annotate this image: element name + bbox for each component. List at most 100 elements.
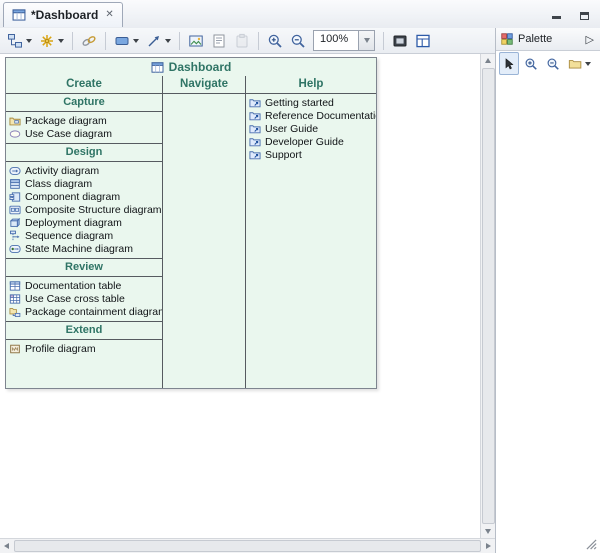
dashboard-item[interactable]: Reference Documentation (246, 109, 376, 122)
dashboard-section: ReviewDocumentation tableUse Case cross … (6, 258, 162, 321)
section-header: Capture (6, 94, 162, 112)
dashboard-item-label: User Guide (265, 123, 318, 135)
palette-note-tool[interactable] (565, 52, 594, 75)
tab-title: *Dashboard (31, 8, 98, 22)
scroll-down-button[interactable] (482, 525, 495, 538)
horizontal-scroll-thumb[interactable] (14, 540, 481, 552)
zoom-level-combo[interactable]: 100% (313, 30, 375, 51)
dashboard-item[interactable]: Documentation table (6, 279, 162, 292)
dashboard-item[interactable]: User Guide (246, 122, 376, 135)
editor-tab-bar: *Dashboard ✕ (0, 0, 600, 29)
dashboard-item[interactable]: Use Case diagram (6, 127, 162, 140)
section-items: Documentation tableUse Case cross tableP… (6, 277, 162, 321)
dashboard-item-label: Documentation table (25, 280, 121, 292)
dashboard-item[interactable]: Package diagram (6, 114, 162, 127)
package-diagram-icon (9, 115, 21, 127)
vertical-scroll-thumb[interactable] (482, 68, 495, 524)
dropdown-arrow-icon (133, 39, 139, 43)
dropdown-arrow-icon (165, 39, 171, 43)
scroll-up-icon (485, 58, 491, 63)
zoom-in-button[interactable] (264, 30, 286, 52)
add-note-button[interactable] (208, 30, 230, 52)
dashboard-item-label: Component diagram (25, 191, 120, 203)
note-icon (211, 33, 227, 49)
dashboard-item[interactable]: Composite Structure diagram (6, 203, 162, 216)
zoom-out-button[interactable] (287, 30, 309, 52)
dashboard-item[interactable]: Component diagram (6, 190, 162, 203)
tab-dashboard[interactable]: *Dashboard ✕ (3, 2, 123, 27)
palette-pointer-tool[interactable] (596, 52, 600, 75)
diagram-views-button[interactable] (412, 30, 434, 52)
paste-icon (234, 33, 250, 49)
tab-close-icon[interactable]: ✕ (105, 10, 113, 20)
horizontal-scrollbar[interactable] (0, 538, 495, 553)
dashboard-icon (151, 61, 164, 74)
dashboard-item[interactable]: Package containment diagram (6, 305, 162, 318)
display-mode-button[interactable] (389, 30, 411, 52)
shape-style-button[interactable] (111, 30, 142, 52)
maximize-button[interactable] (576, 6, 592, 22)
dashboard-item-label: Composite Structure diagram (25, 204, 162, 216)
chevron-down-icon (364, 38, 370, 43)
dashboard-item[interactable]: Activity diagram (6, 164, 162, 177)
vertical-scrollbar[interactable] (480, 54, 495, 538)
scroll-left-icon (4, 543, 9, 549)
dashboard-title-label: Dashboard (169, 60, 232, 74)
scroll-right-button[interactable] (482, 540, 495, 553)
palette-toolbar (496, 51, 600, 76)
component-diagram-icon (9, 191, 21, 203)
resize-grip-icon[interactable] (586, 539, 597, 550)
dashboard-item[interactable]: State Machine diagram (6, 242, 162, 255)
palette-select-tool[interactable] (499, 52, 519, 75)
dropdown-arrow-icon (26, 39, 32, 43)
dashboard-item[interactable]: Sequence diagram (6, 229, 162, 242)
palette-zoom-in-tool[interactable] (521, 52, 541, 75)
diagram-views-icon (415, 33, 431, 49)
profile-diagram-icon (9, 343, 21, 355)
dashboard-item[interactable]: Support (246, 148, 376, 161)
image-icon (188, 33, 204, 49)
minimize-button[interactable] (548, 6, 564, 22)
shape-style-icon (114, 33, 130, 49)
dashboard-column-help: HelpGetting startedReference Documentati… (246, 76, 376, 388)
dashboard-section: Extend Profile diagram (6, 321, 162, 358)
dashboard-item-label: Use Case cross table (25, 293, 125, 305)
dashboard-item[interactable]: Deployment diagram (6, 216, 162, 229)
help-folder-icon (249, 97, 261, 109)
dashboard-item-label: Package containment diagram (25, 306, 162, 318)
dashboard-columns: CreateCapturePackage diagramUse Case dia… (6, 76, 376, 388)
insert-image-button[interactable] (185, 30, 207, 52)
zoom-combo-arrow-button[interactable] (358, 31, 374, 50)
dashboard-item-label: Package diagram (25, 115, 107, 127)
zoom-out-icon (290, 33, 306, 49)
zoom-out-icon (546, 57, 560, 71)
palette-icon (500, 32, 514, 46)
new-diagram-button[interactable] (4, 30, 35, 52)
dashboard-item[interactable]: Developer Guide (246, 135, 376, 148)
section-header: Design (6, 144, 162, 162)
folder-icon (568, 57, 582, 71)
scroll-up-button[interactable] (482, 54, 495, 67)
palette-collapse-icon[interactable]: ▷ (586, 33, 596, 46)
deployment-diagram-icon (9, 217, 21, 229)
dashboard-tab-icon (12, 8, 26, 22)
section-header: Review (6, 259, 162, 277)
section-header: Extend (6, 322, 162, 340)
new-element-button[interactable] (36, 30, 67, 52)
dropdown-arrow-icon (58, 39, 64, 43)
scroll-right-icon (486, 543, 491, 549)
palette-zoom-out-tool[interactable] (543, 52, 563, 75)
dashboard-item[interactable]: Getting started (246, 96, 376, 109)
line-style-button[interactable] (143, 30, 174, 52)
maximize-icon (580, 12, 589, 20)
palette-header[interactable]: Palette ▷ (496, 28, 600, 51)
link-button[interactable] (78, 30, 100, 52)
dashboard-item[interactable]: Profile diagram (6, 342, 162, 355)
paste-button[interactable] (231, 30, 253, 52)
scroll-left-button[interactable] (0, 540, 13, 553)
new-element-icon (39, 33, 55, 49)
diagram-canvas[interactable]: Dashboard CreateCapturePackage diagramUs… (0, 54, 480, 538)
dashboard-item[interactable]: Class diagram (6, 177, 162, 190)
line-style-icon (146, 33, 162, 49)
dashboard-item[interactable]: Use Case cross table (6, 292, 162, 305)
